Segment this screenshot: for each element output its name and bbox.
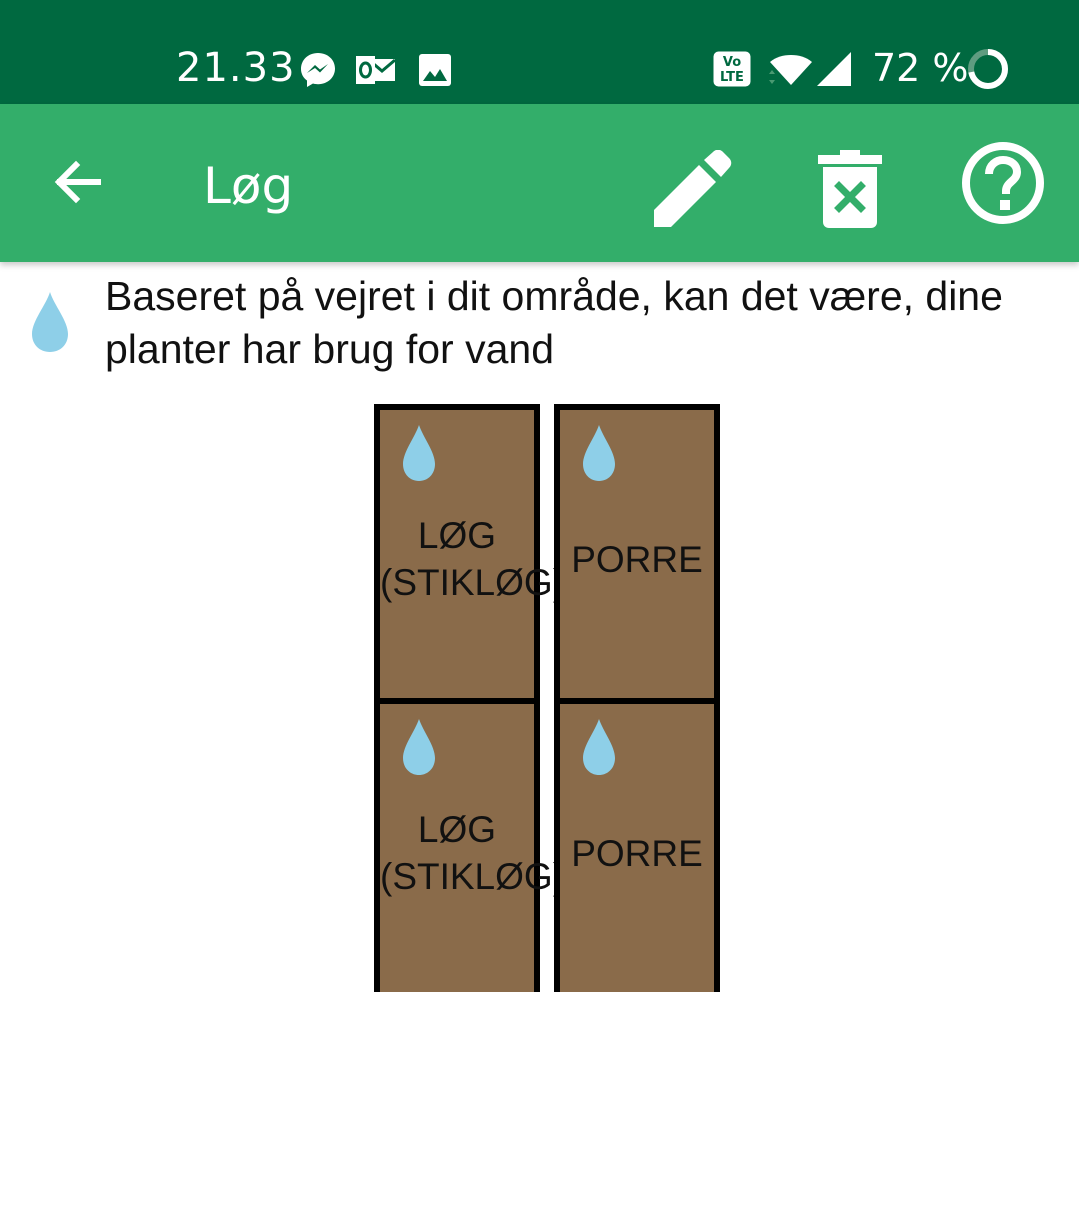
bed-cell-label: LØG (STIKLØG) [380,809,566,897]
wifi-icon [766,52,812,93]
bed-cell-leek-top[interactable]: PORRE [554,404,720,704]
bed-cell-label: LØG (STIKLØG) [380,515,566,603]
watering-notice: Baseret på vejret i dit område, kan det … [0,266,1079,386]
svg-text:Vo: Vo [723,55,741,70]
messenger-icon [298,50,338,95]
edit-icon[interactable] [650,149,732,235]
svg-text:LTE: LTE [720,70,744,85]
water-drop-icon [581,424,617,487]
bed-cell-onion-top[interactable]: LØG (STIKLØG) [374,404,566,704]
battery-icon [966,47,1010,96]
garden-bed-grid: LØG (STIKLØG) PORRE LØG (STIKLØG) PORRE [374,404,720,992]
water-drop-icon [30,291,70,358]
back-arrow-icon[interactable] [52,157,102,212]
delete-icon[interactable] [818,149,882,234]
bed-cell-leek-bottom[interactable]: PORRE [554,698,720,992]
bed-cell-label: PORRE [571,833,703,874]
water-drop-icon [581,718,617,781]
volte-icon: Vo LTE [712,50,752,93]
water-drop-icon [401,718,437,781]
bed-cell-label: PORRE [571,539,703,580]
bed-cell-onion-bottom[interactable]: LØG (STIKLØG) [374,698,566,992]
status-bar: 21.33 Vo LTE 72 % [0,0,1079,104]
water-drop-icon [401,424,437,487]
help-icon[interactable] [961,141,1045,230]
gallery-icon [418,53,452,92]
page-title: Løg [203,157,294,215]
battery-percent: 72 % [872,46,969,90]
status-time: 21.33 [176,45,296,91]
outlook-icon [355,54,397,91]
app-bar: Løg [0,104,1079,262]
watering-notice-text: Baseret på vejret i dit område, kan det … [105,273,1003,372]
cell-signal-icon [815,50,853,93]
